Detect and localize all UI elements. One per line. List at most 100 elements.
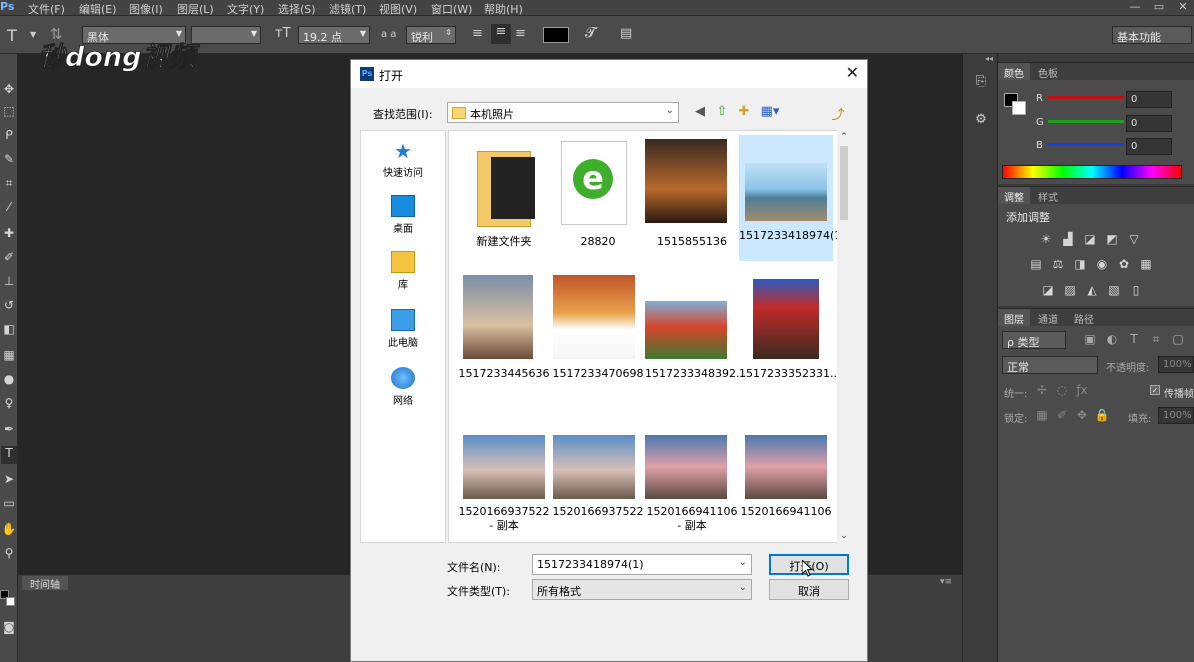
menu-file[interactable]: 文件(F) xyxy=(28,1,65,17)
menu-view[interactable]: 视图(V) xyxy=(379,1,417,17)
crop-tool-icon[interactable]: ⌗ xyxy=(1,176,17,194)
invert-icon[interactable]: ◪ xyxy=(1040,283,1056,299)
align-left-icon[interactable]: ≡ xyxy=(472,26,483,41)
file-item[interactable]: 1517233352331... xyxy=(739,271,840,389)
scroll-up-icon[interactable]: ⌃ xyxy=(839,132,849,142)
bg-color-swatch[interactable] xyxy=(1012,101,1026,115)
curves-icon[interactable]: ◪ xyxy=(1082,232,1098,248)
antialias-select[interactable]: 锐利 ⇕ xyxy=(406,26,456,44)
color-lookup-icon[interactable]: ▦ xyxy=(1138,257,1154,273)
tab-color[interactable]: 颜色 xyxy=(998,63,1030,80)
new-folder-icon[interactable]: ✚ xyxy=(735,104,753,122)
photo-filter-icon[interactable]: ◉ xyxy=(1094,257,1110,273)
blue-slider[interactable] xyxy=(1048,143,1124,146)
properties-panel-icon[interactable]: ⚙ xyxy=(971,112,991,132)
gradient-map-icon[interactable]: ▯ xyxy=(1128,283,1144,299)
propagate-checkbox[interactable]: ✓ xyxy=(1150,385,1160,395)
cancel-button[interactable]: 取消 xyxy=(769,579,849,600)
character-panel-icon[interactable]: ▤ xyxy=(620,26,632,41)
zoom-tool-icon[interactable]: ⚲ xyxy=(1,546,17,564)
up-folder-icon[interactable]: ⇧ xyxy=(713,104,731,122)
workspace-select[interactable]: 基本功能 xyxy=(1112,26,1192,44)
file-item[interactable]: 1520166937522 xyxy=(551,431,645,543)
tab-adjustments[interactable]: 调整 xyxy=(998,187,1030,204)
fill-field[interactable]: 100% xyxy=(1158,407,1194,424)
minimize-button[interactable]: — xyxy=(1124,0,1146,14)
opacity-field[interactable]: 100% xyxy=(1158,356,1194,373)
scrollbar-thumb[interactable] xyxy=(840,146,848,220)
file-item[interactable]: 1517233470698 xyxy=(551,271,645,389)
menu-window[interactable]: 窗口(W) xyxy=(431,1,472,17)
place-libraries[interactable]: 库 xyxy=(361,251,445,291)
file-item[interactable]: 1520166937522 - 副本 xyxy=(457,431,551,543)
selective-color-icon[interactable]: ▧ xyxy=(1106,283,1122,299)
tab-swatches[interactable]: 色板 xyxy=(1032,63,1064,80)
file-list-scrollbar[interactable]: ⌃ ⌄ xyxy=(837,130,851,543)
look-in-select[interactable]: 本机照片 ⌄ xyxy=(447,102,679,123)
quick-mask-icon[interactable]: ◙ xyxy=(1,620,17,638)
filter-adjustment-icon[interactable]: ◐ xyxy=(1104,332,1120,348)
menu-layer[interactable]: 图层(L) xyxy=(177,1,214,17)
red-value[interactable]: 0 xyxy=(1126,91,1172,108)
blue-value[interactable]: 0 xyxy=(1126,138,1172,155)
tab-paths[interactable]: 路径 xyxy=(1068,309,1100,326)
open-location-icon[interactable]: ⤴ xyxy=(829,104,847,123)
red-slider[interactable] xyxy=(1048,96,1124,99)
eraser-tool-icon[interactable]: ◧ xyxy=(1,322,17,340)
text-color-swatch[interactable] xyxy=(543,27,569,43)
file-item[interactable]: 1517233348392... xyxy=(645,271,746,389)
file-item[interactable]: e 28820 xyxy=(551,135,645,261)
unify-position-icon[interactable]: ✢ xyxy=(1034,383,1050,399)
timeline-tab[interactable]: 时间轴 xyxy=(22,576,68,591)
unify-style-icon[interactable]: ƒx xyxy=(1074,383,1090,399)
layer-filter-select[interactable]: ρ 类型 xyxy=(1002,331,1066,349)
view-menu-icon[interactable]: ▦▾ xyxy=(757,104,783,122)
menu-edit[interactable]: 编辑(E) xyxy=(79,1,117,17)
menu-select[interactable]: 选择(S) xyxy=(278,1,316,17)
eyedropper-tool-icon[interactable]: ⁄ xyxy=(1,200,17,218)
lock-pixels-icon[interactable]: ✐ xyxy=(1054,408,1070,424)
text-tool-preset-icon[interactable]: T xyxy=(7,26,17,45)
file-item[interactable]: 1517233445636 xyxy=(457,271,551,389)
background-color-swatch[interactable] xyxy=(6,597,15,606)
unify-visibility-icon[interactable]: ◌ xyxy=(1054,383,1070,399)
menu-help[interactable]: 帮助(H) xyxy=(484,1,523,17)
hand-tool-icon[interactable]: ✋ xyxy=(1,522,17,540)
tab-styles[interactable]: 样式 xyxy=(1032,187,1064,204)
place-this-pc[interactable]: 此电脑 xyxy=(361,309,445,349)
maximize-button[interactable]: ▭ xyxy=(1148,0,1170,14)
color-spectrum-ramp[interactable] xyxy=(1002,165,1182,179)
move-tool-icon[interactable]: ✥ xyxy=(1,82,17,100)
channel-mixer-icon[interactable]: ✿ xyxy=(1116,257,1132,273)
place-desktop[interactable]: 桌面 xyxy=(361,195,445,235)
posterize-icon[interactable]: ▨ xyxy=(1062,283,1078,299)
lasso-tool-icon[interactable]: ᑭ xyxy=(1,128,17,146)
black-white-icon[interactable]: ◨ xyxy=(1072,257,1088,273)
shape-tool-icon[interactable]: ▭ xyxy=(1,496,17,514)
filename-input[interactable]: 1517233418974(1) ⌄ xyxy=(532,554,752,575)
type-tool-icon[interactable]: T xyxy=(1,446,17,464)
lock-position-icon[interactable]: ✥ xyxy=(1074,408,1090,424)
file-item[interactable]: 新建文件夹 xyxy=(457,135,551,261)
collapse-dock-icon[interactable]: ◂◂ xyxy=(985,54,993,63)
filter-pixel-icon[interactable]: ▣ xyxy=(1082,332,1098,348)
vibrance-icon[interactable]: ▽ xyxy=(1126,232,1142,248)
dodge-tool-icon[interactable]: ♀ xyxy=(1,396,17,414)
filter-smart-object-icon[interactable]: ▢ xyxy=(1170,332,1186,348)
back-icon[interactable]: ◀ xyxy=(691,104,709,122)
gradient-tool-icon[interactable]: ▦ xyxy=(1,348,17,366)
quick-select-tool-icon[interactable]: ✎ xyxy=(1,152,17,170)
blend-mode-select[interactable]: 正常 xyxy=(1002,356,1098,374)
tab-channels[interactable]: 通道 xyxy=(1032,309,1064,326)
align-right-icon[interactable]: ≡ xyxy=(515,26,526,41)
green-slider[interactable] xyxy=(1048,120,1124,123)
warp-text-icon[interactable]: 𝓣 xyxy=(585,25,596,41)
green-value[interactable]: 0 xyxy=(1126,115,1172,132)
filetype-select[interactable]: 所有格式 ⌄ xyxy=(532,579,752,600)
history-brush-tool-icon[interactable]: ↺ xyxy=(1,298,17,316)
brush-tool-icon[interactable]: ✐ xyxy=(1,250,17,268)
pen-tool-icon[interactable]: ✒ xyxy=(1,422,17,440)
hue-saturation-icon[interactable]: ▤ xyxy=(1028,257,1044,273)
lock-transparent-icon[interactable]: ▦ xyxy=(1034,408,1050,424)
close-window-button[interactable]: ✕ xyxy=(1172,0,1194,14)
